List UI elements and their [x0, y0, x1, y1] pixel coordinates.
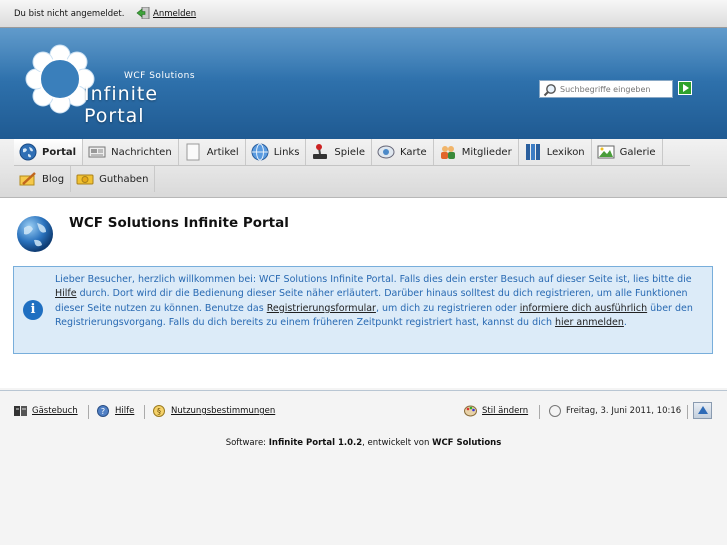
svg-text:?: ?	[101, 407, 105, 416]
page-globe-icon	[17, 216, 53, 252]
menu-item-games[interactable]: Spiele	[306, 139, 372, 165]
menu-item-articles[interactable]: Artikel	[179, 139, 246, 165]
menu-item-blog[interactable]: Blog	[14, 166, 72, 192]
copyright: Software: Infinite Portal 1.0.2, entwick…	[0, 438, 727, 448]
footer-separator	[88, 405, 89, 419]
menu-label: Blog	[42, 173, 65, 185]
back-to-top-button[interactable]	[693, 402, 712, 419]
menu-label: Mitglieder	[461, 146, 512, 158]
logo[interactable]: WCF Solutions Infinite Portal	[24, 43, 214, 127]
map-icon	[377, 145, 395, 159]
help-footer-link[interactable]: Hilfe	[115, 406, 134, 416]
registration-info-link[interactable]: informiere dich ausführlich	[520, 303, 647, 314]
menu-label: Guthaben	[99, 173, 149, 185]
footer-bar: Gästebuch ? Hilfe § Nutzungsbestimmungen…	[0, 400, 727, 424]
guestbook-icon	[14, 406, 27, 416]
menu-item-lexicon[interactable]: Lexikon	[519, 139, 592, 165]
header: WCF Solutions Infinite Portal	[0, 28, 727, 139]
main-menu: Portal Nachrichten Artikel Links Spiele …	[0, 139, 727, 198]
menu-label: Artikel	[206, 146, 239, 158]
picture-icon	[597, 145, 615, 159]
members-icon	[440, 146, 455, 159]
menu-label: Nachrichten	[111, 146, 172, 158]
copyright-prefix: Software:	[225, 438, 269, 448]
menu-label: Karte	[399, 146, 427, 158]
palette-icon	[464, 405, 477, 417]
login-status: Du bist nicht angemeldet.	[14, 9, 125, 19]
search-submit-button[interactable]	[678, 81, 692, 95]
welcome-text-part: Lieber Besucher, herzlich willkommen bei…	[55, 274, 692, 285]
clock-icon	[549, 405, 561, 417]
menu-item-gallery[interactable]: Galerie	[592, 139, 663, 165]
footer-separator	[539, 405, 540, 419]
footer-separator	[687, 405, 688, 419]
menu-label: Galerie	[619, 146, 656, 158]
menu-label: Spiele	[334, 146, 365, 158]
terms-icon: §	[153, 405, 165, 417]
menu-label: Lexikon	[546, 146, 585, 158]
footer-date: Freitag, 3. Juni 2011, 10:16	[549, 405, 681, 417]
joystick-icon	[313, 144, 328, 159]
menu-item-members[interactable]: Mitglieder	[434, 139, 519, 165]
menu-item-map[interactable]: Karte	[372, 139, 434, 165]
registration-form-link[interactable]: Registrierungsformular	[267, 303, 376, 314]
logo-title: Infinite Portal	[84, 83, 159, 127]
newspaper-icon	[88, 146, 106, 158]
footer-guestbook[interactable]: Gästebuch	[14, 405, 78, 417]
footer-help[interactable]: ? Hilfe	[97, 405, 134, 417]
globe-icon	[19, 143, 37, 161]
welcome-info-box: i Lieber Besucher, herzlich willkommen b…	[13, 266, 713, 354]
menu-label: Portal	[42, 146, 77, 158]
coins-icon	[76, 174, 94, 185]
login-icon[interactable]	[136, 7, 150, 19]
menu-label: Links	[273, 146, 300, 158]
help-link[interactable]: Hilfe	[55, 288, 77, 299]
search-input[interactable]	[560, 82, 670, 96]
guestbook-link[interactable]: Gästebuch	[32, 406, 78, 416]
terms-link[interactable]: Nutzungsbestimmungen	[171, 406, 275, 416]
footer-separator	[144, 405, 145, 419]
logo-subtitle: WCF Solutions	[124, 71, 196, 81]
menu-item-portal[interactable]: Portal	[14, 139, 84, 165]
welcome-text-part: .	[623, 316, 627, 328]
help-icon: ?	[97, 405, 109, 417]
page-title: WCF Solutions Infinite Portal	[69, 215, 289, 231]
blog-pencil-icon	[19, 172, 36, 186]
main-menu-row-1: Portal Nachrichten Artikel Links Spiele …	[14, 139, 690, 165]
copyright-middle: , entwickelt von	[362, 438, 433, 448]
welcome-text-part: , um dich zu registrieren oder	[375, 302, 520, 314]
login-here-link[interactable]: hier anmelden	[555, 317, 624, 328]
document-icon	[186, 143, 200, 161]
menu-item-news[interactable]: Nachrichten	[83, 139, 179, 165]
search-box	[539, 80, 673, 98]
login-link[interactable]: Anmelden	[153, 9, 196, 19]
footer-divider	[0, 390, 727, 391]
main-menu-row-2: Blog Guthaben	[14, 166, 156, 192]
footer-style[interactable]: Stil ändern	[464, 405, 528, 417]
change-style-link[interactable]: Stil ändern	[482, 406, 528, 416]
menu-item-credits[interactable]: Guthaben	[71, 166, 156, 192]
software-name[interactable]: Infinite Portal 1.0.2	[269, 438, 362, 448]
search-icon	[543, 84, 556, 97]
links-globe-icon	[251, 143, 269, 161]
footer-terms[interactable]: § Nutzungsbestimmungen	[153, 405, 275, 417]
current-date: Freitag, 3. Juni 2011, 10:16	[566, 406, 682, 416]
vendor-name[interactable]: WCF Solutions	[432, 438, 501, 448]
info-icon: i	[23, 300, 43, 320]
books-icon	[525, 144, 540, 160]
user-bar: Du bist nicht angemeldet. Anmelden	[0, 0, 727, 28]
menu-item-links[interactable]: Links	[246, 139, 307, 165]
main-content: WCF Solutions Infinite Portal i Lieber B…	[0, 198, 727, 388]
welcome-text: Lieber Besucher, herzlich willkommen bei…	[55, 273, 705, 330]
svg-text:§: §	[157, 407, 161, 416]
